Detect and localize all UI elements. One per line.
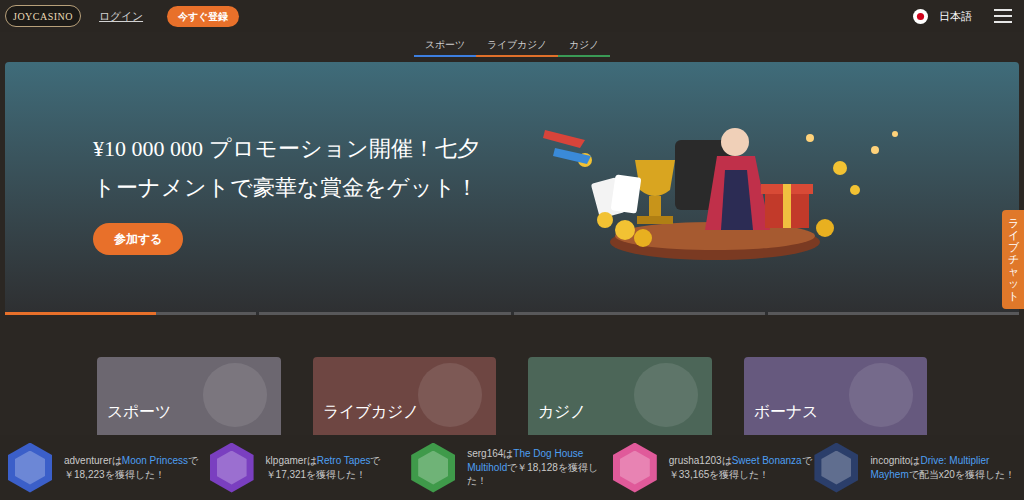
category-label[interactable]: ライブカジノ bbox=[323, 402, 419, 423]
winners-ticker: adventurerはMoon Princessで￥18,223を獲得した！ kl… bbox=[0, 435, 1024, 500]
thumbnail-glow-icon bbox=[15, 451, 45, 485]
card-decoration-icon bbox=[849, 363, 913, 427]
card-decoration-icon bbox=[634, 363, 698, 427]
category-label[interactable]: スポーツ bbox=[107, 402, 203, 423]
promo-illustration bbox=[525, 120, 925, 270]
slide-indicator[interactable] bbox=[768, 312, 1019, 315]
promo-title: ¥10 000 000 プロモーション開催！七夕トーナメントで豪華な賞金をゲット… bbox=[93, 130, 485, 207]
section-tab[interactable]: カジノ bbox=[558, 37, 610, 57]
winner-user: adventurer bbox=[64, 455, 112, 466]
section-tab[interactable]: スポーツ bbox=[414, 37, 476, 57]
winner-text: klpgamerはRetro Tapesで￥17,321を獲得した！ bbox=[266, 454, 412, 481]
winner-joiner: は bbox=[722, 455, 732, 466]
winner-item[interactable]: serg164はThe Dog House Multiholdで￥18,128を… bbox=[411, 443, 613, 493]
winner-joiner: は bbox=[910, 455, 920, 466]
slide-indicators bbox=[5, 312, 1019, 315]
winner-item[interactable]: incognitoはDrive: Multiplier Mayhemで配当x20… bbox=[814, 443, 1016, 493]
card-label-area: ライブカジノ bbox=[313, 357, 497, 435]
promo-text: ¥10 000 000 プロモーション開催！七夕トーナメントで豪華な賞金をゲット… bbox=[5, 62, 525, 315]
winner-item[interactable]: adventurerはMoon Princessで￥18,223を獲得した！ bbox=[8, 443, 210, 493]
category-label[interactable]: ボーナス bbox=[754, 402, 850, 423]
thumbnail-glow-icon bbox=[418, 451, 448, 485]
logo[interactable]: JOYCASINO bbox=[5, 5, 81, 27]
game-thumbnail-icon[interactable] bbox=[613, 443, 657, 493]
register-button[interactable]: 今すぐ登録 bbox=[167, 6, 239, 27]
card-decoration-icon bbox=[418, 363, 482, 427]
game-thumbnail-icon[interactable] bbox=[8, 443, 52, 493]
thumbnail-glow-icon bbox=[217, 451, 247, 485]
join-button[interactable]: 参加する bbox=[93, 223, 183, 255]
top-bar: JOYCASINO ログイン 今すぐ登録 日本語 bbox=[0, 0, 1024, 32]
live-chat-tab[interactable]: ライブチャット bbox=[1002, 210, 1024, 309]
winner-item[interactable]: klpgamerはRetro Tapesで￥17,321を獲得した！ bbox=[210, 443, 412, 493]
live-chat-label[interactable]: ライブチャット bbox=[1008, 217, 1019, 302]
winner-game[interactable]: Sweet Bonanza bbox=[732, 455, 802, 466]
winner-game[interactable]: Retro Tapes bbox=[317, 455, 371, 466]
slide-indicator[interactable] bbox=[5, 312, 256, 315]
login-link[interactable]: ログイン bbox=[99, 8, 143, 25]
winner-game[interactable]: Moon Princess bbox=[122, 455, 188, 466]
winner-user: klpgamer bbox=[266, 455, 307, 466]
game-thumbnail-icon[interactable] bbox=[814, 443, 858, 493]
japan-flag-icon bbox=[913, 9, 928, 24]
card-label-area: スポーツ bbox=[97, 357, 281, 435]
winner-user: incognito bbox=[870, 455, 910, 466]
section-tabs: スポーツライブカジノカジノ bbox=[0, 32, 1024, 57]
slide-indicator[interactable] bbox=[514, 312, 765, 315]
category-label[interactable]: カジノ bbox=[538, 402, 634, 423]
winner-text: adventurerはMoon Princessで￥18,223を獲得した！ bbox=[64, 454, 210, 481]
thumbnail-glow-icon bbox=[821, 451, 851, 485]
section-tab[interactable]: ライブカジノ bbox=[476, 37, 558, 57]
language-label[interactable]: 日本語 bbox=[939, 8, 972, 25]
winner-text: serg164はThe Dog House Multiholdで￥18,128を… bbox=[467, 447, 613, 488]
card-decoration-icon bbox=[203, 363, 267, 427]
winner-text: grusha1203はSweet Bonanzaで￥33,165を獲得した！ bbox=[669, 454, 815, 481]
language-selector[interactable]: 日本語 bbox=[913, 8, 972, 25]
winner-item[interactable]: grusha1203はSweet Bonanzaで￥33,165を獲得した！ bbox=[613, 443, 815, 493]
promo-banner: ¥10 000 000 プロモーション開催！七夕トーナメントで豪華な賞金をゲット… bbox=[5, 62, 1019, 315]
winner-user: grusha1203 bbox=[669, 455, 722, 466]
card-label-area: カジノ bbox=[528, 357, 712, 435]
winner-user: serg164 bbox=[467, 448, 503, 459]
winner-text: incognitoはDrive: Multiplier Mayhemで配当x20… bbox=[870, 454, 1016, 481]
winner-joiner: は bbox=[503, 448, 513, 459]
slide-progress bbox=[5, 312, 156, 315]
game-thumbnail-icon[interactable] bbox=[210, 443, 254, 493]
game-thumbnail-icon[interactable] bbox=[411, 443, 455, 493]
menu-icon[interactable] bbox=[994, 9, 1012, 23]
thumbnail-glow-icon bbox=[620, 451, 650, 485]
winner-joiner: は bbox=[112, 455, 122, 466]
slide-indicator[interactable] bbox=[259, 312, 510, 315]
card-label-area: ボーナス bbox=[744, 357, 928, 435]
winner-joiner: は bbox=[307, 455, 317, 466]
winner-result: で配当x20を獲得した！ bbox=[909, 469, 1015, 480]
